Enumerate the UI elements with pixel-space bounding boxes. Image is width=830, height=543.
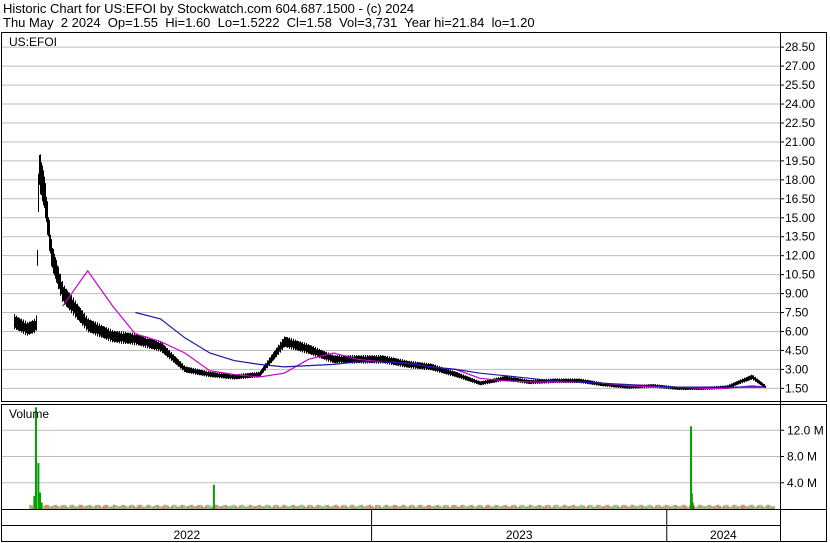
price-tick-label: 9.00 bbox=[785, 287, 809, 301]
grid bbox=[2, 46, 780, 484]
price-tick-label: 19.50 bbox=[785, 154, 815, 168]
price-tick-label: 1.50 bbox=[785, 381, 809, 395]
volume-spike-bar bbox=[40, 502, 43, 509]
price-tick-label: 24.00 bbox=[785, 97, 815, 111]
moving-average-short-line bbox=[62, 269, 766, 389]
axis-labels: 28.50 27.00 25.50 24.00 22.50 21.00 19.50 18.00… bbox=[173, 40, 823, 542]
volume-tick-label: 8.0 M bbox=[787, 450, 817, 464]
price-tick-label: 3.00 bbox=[785, 362, 809, 376]
price-bars bbox=[14, 154, 766, 391]
price-tick-label: 4.50 bbox=[785, 343, 809, 357]
volume-spike-bar bbox=[212, 484, 215, 509]
price-tick-label: 7.50 bbox=[785, 306, 809, 320]
price-tick-label: 21.00 bbox=[785, 135, 815, 149]
price-tick-label: 25.50 bbox=[785, 78, 815, 92]
symbol-label: US:EFOI bbox=[9, 35, 57, 49]
price-tick-label: 28.50 bbox=[785, 40, 815, 54]
volume-spike-bar bbox=[34, 407, 37, 509]
year-label: 2022 bbox=[173, 528, 200, 542]
price-tick-label: 16.50 bbox=[785, 192, 815, 206]
volume-spike-bar bbox=[691, 502, 694, 509]
price-tick-label: 22.50 bbox=[785, 116, 815, 130]
volume-tick-label: 4.0 M bbox=[787, 476, 817, 490]
price-tick-label: 13.50 bbox=[785, 230, 815, 244]
price-tick-label: 18.00 bbox=[785, 173, 815, 187]
volume-bars bbox=[29, 407, 775, 509]
price-tick-label: 15.00 bbox=[785, 211, 815, 225]
price-tick-label: 10.50 bbox=[785, 268, 815, 282]
price-tick-label: 6.00 bbox=[785, 324, 809, 338]
chart-frame bbox=[1, 32, 827, 542]
volume-panel-title: Volume bbox=[9, 407, 49, 421]
price-tick-label: 12.00 bbox=[785, 249, 815, 263]
price-tick-label: 27.00 bbox=[785, 59, 815, 73]
year-label: 2024 bbox=[710, 528, 737, 542]
stock-chart: 28.50 27.00 25.50 24.00 22.50 21.00 19.50 18.00… bbox=[1, 32, 827, 542]
year-label: 2023 bbox=[506, 528, 533, 542]
price-panel-frame bbox=[1, 32, 827, 402]
volume-tick-label: 12.0 M bbox=[787, 423, 824, 437]
